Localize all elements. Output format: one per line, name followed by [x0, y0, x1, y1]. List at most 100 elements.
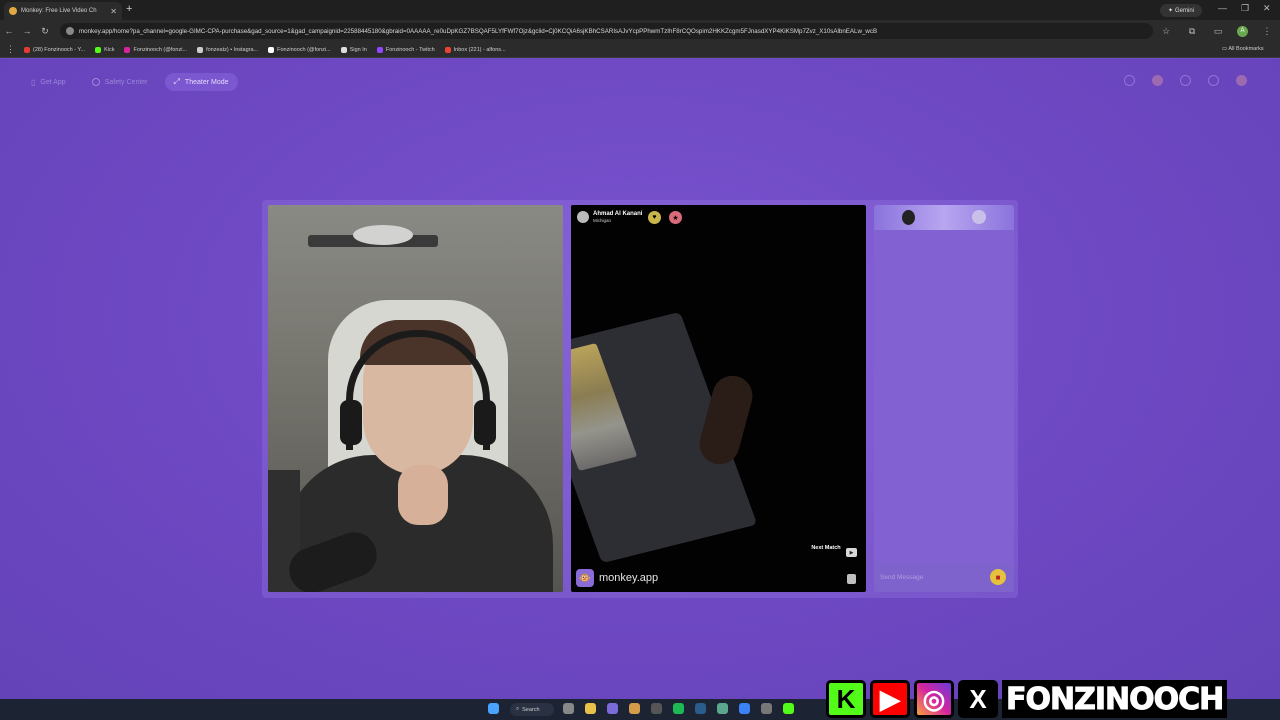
bookmark-label: (28) Fonzinooch - Y...	[33, 46, 86, 53]
youtube-icon	[24, 46, 30, 53]
obs-icon[interactable]	[651, 703, 662, 714]
spotify-icon[interactable]	[673, 703, 684, 714]
close-tab-icon[interactable]: ✕	[110, 7, 117, 16]
bookmark-label: Fonzinooch - Twitch	[385, 46, 435, 53]
bookmark-label: Fonzinooch (@fonzi...	[277, 46, 331, 53]
top-nav: ▯ Get App Safety Center ⤢ Theater Mode	[22, 73, 238, 91]
menu-icon[interactable]: ⋮	[1254, 26, 1280, 37]
app-icon[interactable]	[717, 703, 728, 714]
self-camera-feed	[268, 205, 563, 592]
chat-panel: Send Message ■	[874, 205, 1014, 592]
bookmark-item[interactable]: Sign In	[340, 46, 367, 53]
forward-icon[interactable]: →	[18, 26, 36, 36]
chrome-icon[interactable]	[739, 703, 750, 714]
new-tab-button[interactable]: +	[126, 3, 132, 15]
discord-icon[interactable]	[607, 703, 618, 714]
sparkle-icon: ✦	[1167, 8, 1173, 14]
safety-center-label: Safety Center	[104, 78, 148, 86]
self-chat-avatar[interactable]	[972, 210, 986, 224]
monkey-favicon-icon	[9, 7, 17, 15]
heart-reaction-icon[interactable]: ♥	[648, 211, 661, 224]
site-info-icon[interactable]	[66, 27, 74, 35]
bookmark-item[interactable]: Inbox (221) - alfons...	[444, 46, 506, 53]
next-match-label[interactable]: Next Match	[809, 545, 843, 551]
browser-tab-bar: Monkey: Free Live Video Ch ✕ + ✦ Gemini …	[0, 0, 1280, 20]
app-icon[interactable]	[629, 703, 640, 714]
bookmark-label: Sign In	[349, 46, 367, 53]
monkey-watermark: 🐵 monkey.app	[576, 569, 658, 587]
steam-icon[interactable]	[695, 703, 706, 714]
apps-icon[interactable]: ⋮	[6, 44, 15, 55]
bookmark-star-icon[interactable]: ☆	[1153, 26, 1179, 37]
theater-mode-label: Theater Mode	[184, 78, 229, 86]
get-app-button[interactable]: ▯ Get App	[22, 73, 75, 91]
bookmark-item[interactable]: Fonzinooch (@fonzi...	[124, 46, 188, 53]
person-hand	[398, 465, 448, 525]
gift-icon[interactable]: ■	[990, 569, 1006, 585]
start-icon[interactable]	[488, 703, 499, 714]
wall-hat	[353, 225, 413, 245]
back-icon[interactable]: ←	[0, 26, 18, 36]
bookmark-item[interactable]: Fonzinooch - Twitch	[376, 46, 435, 53]
reload-icon[interactable]: ↻	[36, 26, 54, 37]
all-bookmarks-label: All Bookmarks	[1228, 46, 1264, 52]
tablet-screen	[571, 343, 638, 471]
streamer-handle: FONZINOOCH	[1002, 680, 1228, 718]
stream-social-overlay: K ▶ ◎ X FONZINOOCH	[826, 678, 1280, 720]
threads-icon	[197, 46, 204, 53]
settings-icon[interactable]	[563, 703, 574, 714]
stop-icon[interactable]	[847, 574, 856, 584]
profile-avatar[interactable]: A	[1237, 25, 1248, 37]
browser-tab[interactable]: Monkey: Free Live Video Ch ✕	[4, 2, 122, 20]
instagram-icon: ◎	[914, 680, 954, 718]
x-icon: X	[958, 680, 998, 718]
file-explorer-icon[interactable]	[585, 703, 596, 714]
tab-title: Monkey: Free Live Video Ch	[21, 8, 97, 14]
bookmark-label: Inbox (221) - alfons...	[453, 46, 506, 53]
taskbar-search[interactable]: ⌕ Search	[510, 703, 554, 716]
bookmark-item[interactable]: fonzeatz) • Instagra...	[197, 46, 258, 53]
next-match-icon[interactable]: ▶	[846, 548, 857, 557]
safety-center-button[interactable]: Safety Center	[83, 73, 157, 91]
coins-icon[interactable]	[1152, 75, 1163, 86]
minimize-icon[interactable]: —	[1218, 3, 1227, 13]
close-window-icon[interactable]: ✕	[1263, 3, 1271, 14]
bookmark-label: Fonzinooch (@fonzi...	[133, 46, 188, 53]
bookmark-item[interactable]: Fonzinooch (@fonzi...	[268, 46, 331, 53]
bookmark-item[interactable]: Kick	[95, 46, 115, 53]
chat-icon[interactable]	[1208, 75, 1219, 86]
gift-reaction-icon[interactable]: ★	[669, 211, 682, 224]
chat-header	[874, 205, 1014, 230]
peer-location: Michigan	[593, 218, 612, 223]
header-actions	[1124, 75, 1247, 86]
kick-app-icon[interactable]	[783, 703, 794, 714]
sidepanel-icon[interactable]: ▭	[1205, 26, 1231, 37]
peer-user-info[interactable]: Ahmad Al Kanani Michigan	[577, 211, 642, 223]
history-icon[interactable]	[1180, 75, 1191, 86]
search-icon[interactable]	[1124, 75, 1135, 86]
bookmark-label: Kick	[104, 46, 115, 53]
headset-cup-right	[474, 400, 496, 445]
bookmark-item[interactable]: (28) Fonzinooch - Y...	[24, 46, 86, 53]
theater-mode-button[interactable]: ⤢ Theater Mode	[164, 73, 238, 91]
peer-chat-avatar[interactable]	[902, 210, 915, 225]
peer-camera-feed: Ahmad Al Kanani Michigan ♥ ★ Next Match …	[571, 205, 866, 592]
gmail-icon	[444, 46, 451, 53]
expand-icon: ⤢	[173, 77, 180, 86]
taskbar-search-label: Search	[522, 706, 540, 713]
x-icon	[268, 46, 275, 53]
shield-icon	[91, 78, 100, 86]
gemini-button[interactable]: ✦ Gemini	[1160, 4, 1202, 17]
address-bar-row: ← → ↻ monkey.app/home?pa_channel=google-…	[0, 20, 1280, 42]
restore-icon[interactable]: ❐	[1241, 3, 1249, 14]
url-field[interactable]: monkey.app/home?pa_channel=google-GIMC-C…	[60, 23, 1154, 39]
search-icon: ⌕	[516, 706, 520, 712]
all-bookmarks-button[interactable]: ▭ All Bookmarks	[1222, 46, 1264, 52]
profile-avatar-icon[interactable]	[1236, 75, 1247, 86]
url-text: monkey.app/home?pa_channel=google-GIMC-C…	[79, 27, 878, 35]
peer-avatar	[577, 211, 589, 223]
app-icon[interactable]	[761, 703, 772, 714]
monkey-logo-icon: 🐵	[576, 569, 594, 587]
extensions-icon[interactable]: ⧉	[1179, 26, 1205, 37]
gemini-label: Gemini	[1175, 7, 1195, 14]
